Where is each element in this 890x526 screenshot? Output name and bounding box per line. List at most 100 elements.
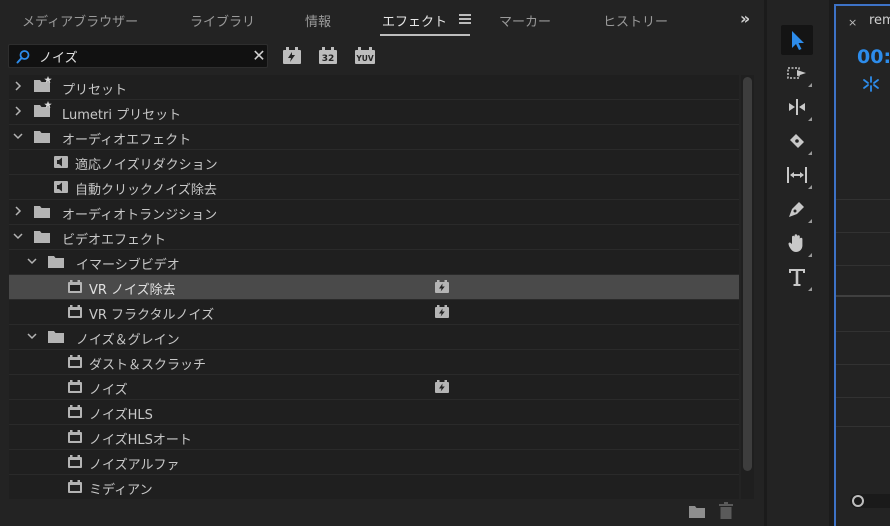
new-bin-folder-icon[interactable] xyxy=(688,503,706,519)
tree-item-label: VR ノイズ除去 xyxy=(89,283,176,298)
tree-effect-row[interactable]: ミディアン xyxy=(9,475,739,499)
tree-effect-row[interactable]: 自動クリックノイズ除去 xyxy=(9,175,739,200)
audio-effect-icon xyxy=(53,179,69,198)
chevron-down-icon[interactable] xyxy=(26,254,38,268)
video-effect-icon xyxy=(67,454,83,473)
razor-tool[interactable] xyxy=(781,126,813,156)
tree-folder-row[interactable]: プリセット xyxy=(9,75,739,100)
tree-folder-row[interactable]: オーディオエフェクト xyxy=(9,125,739,150)
tree-item-label: オーディオエフェクト xyxy=(62,133,192,148)
track-divider xyxy=(836,199,890,200)
tree-effect-row[interactable]: VR フラクタルノイズ xyxy=(9,300,739,325)
video-effect-icon xyxy=(67,404,83,423)
hand-tool[interactable] xyxy=(781,228,813,258)
track-select-forward-tool[interactable] xyxy=(781,58,813,88)
tree-item-label: 適応ノイズリダクション xyxy=(75,158,218,173)
timeline-tab[interactable]: rem xyxy=(869,13,890,28)
tree-item-label: ノイズ xyxy=(89,383,128,398)
scrollbar-thumb[interactable] xyxy=(743,77,752,471)
track-divider xyxy=(836,265,890,266)
tree-folder-row[interactable]: イマーシブビデオ xyxy=(9,250,739,275)
video-effect-icon xyxy=(67,479,83,498)
ripple-edit-tool[interactable] xyxy=(781,92,813,122)
track-divider xyxy=(836,232,890,233)
track-divider xyxy=(836,397,890,398)
tree-item-label: オーディオトランジション xyxy=(62,208,218,223)
accelerated-effect-icon xyxy=(434,304,450,319)
chevron-down-icon[interactable] xyxy=(12,129,24,143)
chevron-right-icon[interactable] xyxy=(12,204,24,218)
32bit-filter-icon[interactable]: 32 xyxy=(318,46,338,65)
panel-menu-icon[interactable] xyxy=(459,14,471,24)
chevron-down-icon[interactable] xyxy=(26,329,38,343)
effects-scrollbar[interactable] xyxy=(741,75,754,499)
tree-item-label: 自動クリックノイズ除去 xyxy=(75,183,217,198)
tree-effect-row[interactable]: ノイズアルファ xyxy=(9,450,739,475)
tree-item-label: ビデオエフェクト xyxy=(62,233,167,248)
timeline-zoom-handle[interactable] xyxy=(852,495,864,507)
tree-folder-row[interactable]: ビデオエフェクト xyxy=(9,225,739,250)
tree-item-label: ノイズHLS xyxy=(89,408,153,423)
tools-panel xyxy=(767,0,829,526)
preset-folder-icon xyxy=(33,101,53,122)
selection-tool-icon xyxy=(792,31,804,50)
tab-history[interactable]: ヒストリー xyxy=(603,11,668,30)
tree-effect-row[interactable]: 適応ノイズリダクション xyxy=(9,150,739,175)
pen-tool-icon xyxy=(789,202,804,217)
video-effect-icon xyxy=(67,304,83,323)
timeline-close-icon[interactable]: × xyxy=(848,16,857,29)
effects-tree: プリセット Lumetri プリセットオーディオエフェクト適応ノイズリダクション自… xyxy=(9,75,739,499)
preset-folder-icon xyxy=(33,76,53,97)
audio-effect-icon xyxy=(53,154,69,173)
panel-overflow-chevron-icon[interactable]: ›› xyxy=(740,9,750,28)
playhead-timecode[interactable]: 00: xyxy=(857,46,890,68)
track-divider xyxy=(836,331,890,332)
tree-effect-row[interactable]: ノイズHLSオート xyxy=(9,425,739,450)
tab-effects[interactable]: エフェクト xyxy=(382,11,447,30)
tree-effect-row[interactable]: ノイズ xyxy=(9,375,739,400)
snap-icon[interactable] xyxy=(862,76,880,92)
type-tool-icon xyxy=(789,269,805,286)
track-divider xyxy=(836,426,890,427)
ripple-edit-tool-icon xyxy=(789,99,805,115)
delete-trash-icon[interactable] xyxy=(719,502,733,519)
tree-item-label: ノイズアルファ xyxy=(89,458,180,473)
tree-item-label: ノイズ＆グレイン xyxy=(76,333,180,348)
selection-tool[interactable] xyxy=(781,25,813,55)
tree-item-label: プリセット xyxy=(62,83,128,98)
tree-item-label: イマーシブビデオ xyxy=(76,258,180,273)
search-input[interactable] xyxy=(39,47,244,66)
accelerated-effect-icon xyxy=(434,379,450,394)
tree-effect-row[interactable]: ダスト＆スクラッチ xyxy=(9,350,739,375)
tab-libraries[interactable]: ライブラリ xyxy=(190,11,255,30)
tree-folder-row[interactable]: Lumetri プリセット xyxy=(9,100,739,125)
folder-icon xyxy=(33,204,51,223)
track-divider xyxy=(836,364,890,365)
tree-item-label: ノイズHLSオート xyxy=(89,433,192,448)
type-tool[interactable] xyxy=(781,262,813,292)
effects-panel: メディアブラウザー ライブラリ 情報 エフェクト マーカー ヒストリー ›› ✕… xyxy=(0,0,764,526)
slip-tool-icon xyxy=(787,167,807,183)
tree-item-label: VR フラクタルノイズ xyxy=(89,308,215,323)
tab-media-browser[interactable]: メディアブラウザー xyxy=(22,11,138,30)
timeline-zoom-scrollbar[interactable] xyxy=(850,494,890,508)
tree-item-label: ミディアン xyxy=(89,483,153,498)
tree-effect-row[interactable]: ノイズHLS xyxy=(9,400,739,425)
accelerated-effects-filter-icon[interactable] xyxy=(282,46,302,65)
video-effect-icon xyxy=(67,429,83,448)
chevron-down-icon[interactable] xyxy=(12,229,24,243)
tree-effect-row[interactable]: VR ノイズ除去 xyxy=(9,275,739,300)
tab-info[interactable]: 情報 xyxy=(305,11,331,30)
pen-tool[interactable] xyxy=(781,194,813,224)
timeline-panel: × rem 00: xyxy=(834,4,890,526)
accelerated-effect-icon xyxy=(434,279,450,294)
tree-folder-row[interactable]: オーディオトランジション xyxy=(9,200,739,225)
clear-search-icon[interactable]: ✕ xyxy=(251,46,267,66)
yuv-filter-icon[interactable]: YUV xyxy=(354,46,376,65)
tree-folder-row[interactable]: ノイズ＆グレイン xyxy=(9,325,739,350)
tab-markers[interactable]: マーカー xyxy=(499,11,551,30)
chevron-right-icon[interactable] xyxy=(12,104,24,118)
slip-tool[interactable] xyxy=(781,160,813,190)
video-effect-icon xyxy=(67,279,83,298)
chevron-right-icon[interactable] xyxy=(12,79,24,93)
